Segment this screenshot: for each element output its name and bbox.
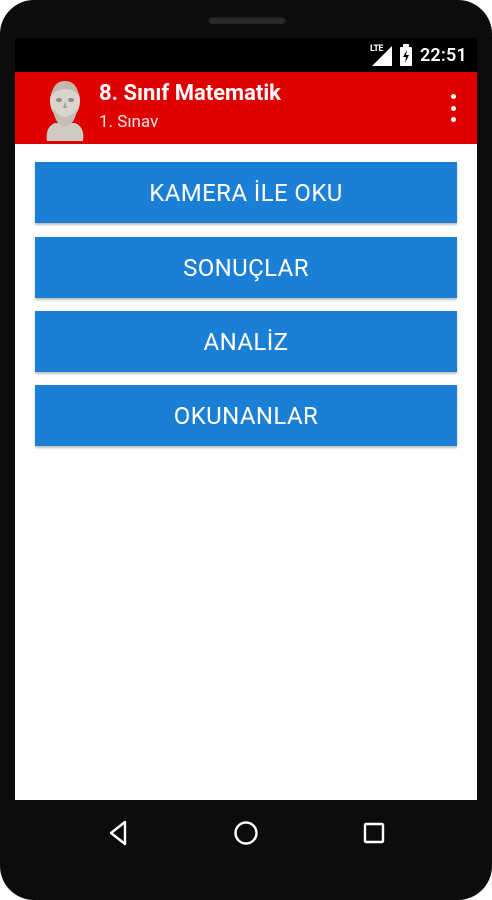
screen: LTE 22:51 8. Sınıf Matematik 1. Sınav KA… bbox=[15, 38, 477, 800]
home-circle-icon[interactable] bbox=[231, 818, 261, 848]
status-bar: LTE 22:51 bbox=[15, 38, 477, 72]
app-subtitle: 1. Sınav bbox=[99, 112, 159, 132]
scanned-list-button[interactable]: OKUNANLAR bbox=[35, 385, 457, 446]
navigation-bar bbox=[0, 800, 492, 862]
camera-read-button[interactable]: KAMERA İLE OKU bbox=[35, 162, 457, 223]
status-clock: 22:51 bbox=[419, 44, 467, 66]
analysis-button[interactable]: ANALİZ bbox=[35, 311, 457, 372]
recent-apps-icon[interactable] bbox=[359, 818, 389, 848]
app-title: 8. Sınıf Matematik bbox=[99, 81, 281, 106]
lte-signal-icon: LTE bbox=[370, 44, 392, 66]
results-button[interactable]: SONUÇLAR bbox=[35, 237, 457, 298]
more-vert-icon[interactable] bbox=[447, 94, 459, 122]
phone-frame: LTE 22:51 8. Sınıf Matematik 1. Sınav KA… bbox=[0, 0, 492, 900]
earpiece-speaker bbox=[208, 16, 286, 24]
back-triangle-icon[interactable] bbox=[104, 818, 134, 848]
plato-bust-icon bbox=[41, 75, 89, 141]
app-bar: 8. Sınıf Matematik 1. Sınav bbox=[15, 72, 477, 144]
main-content: KAMERA İLE OKU SONUÇLAR ANALİZ OKUNANLAR bbox=[15, 144, 477, 800]
battery-charging-icon bbox=[399, 44, 412, 66]
